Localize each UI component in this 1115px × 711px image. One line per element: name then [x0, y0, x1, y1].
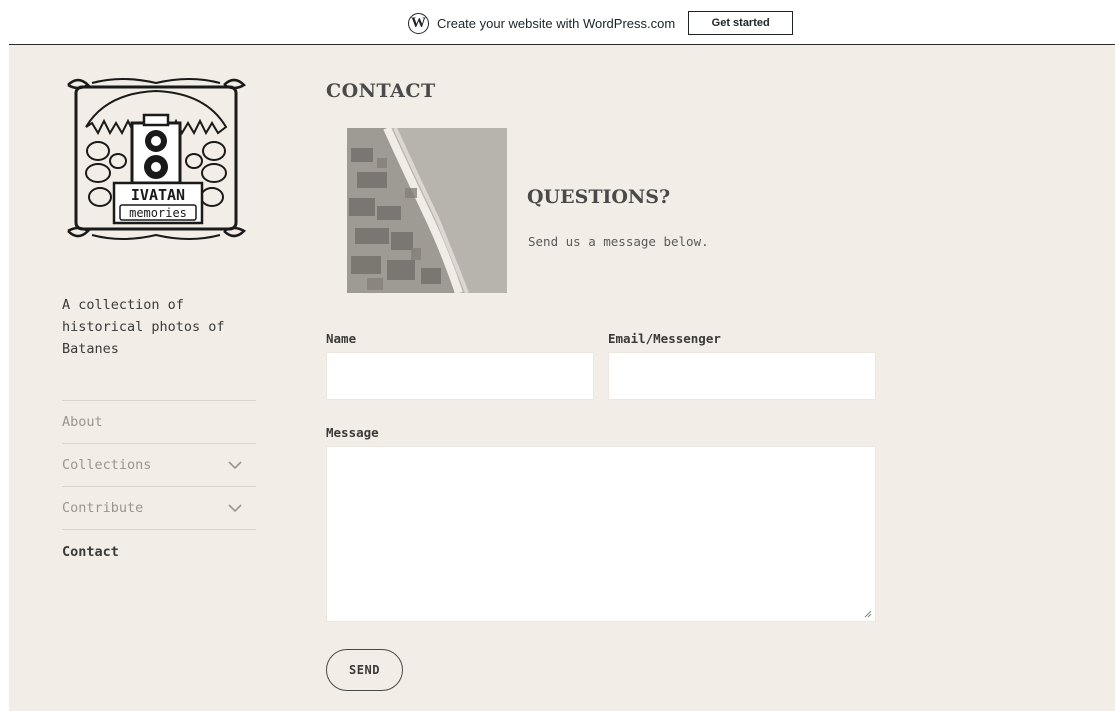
questions-subtext: Send us a message below. — [528, 234, 709, 249]
aerial-coast-photo — [347, 128, 507, 293]
resize-grip-icon[interactable] — [864, 610, 872, 618]
site-tagline: A collection of historical photos of Bat… — [62, 297, 225, 357]
site-logo[interactable]: IVATAN memories — [62, 75, 250, 241]
name-field[interactable] — [326, 352, 594, 400]
name-label: Name — [326, 331, 357, 346]
questions-heading: QUESTIONS? — [527, 186, 671, 208]
nav-item-label: About — [62, 414, 103, 430]
nav-item-about[interactable]: About — [62, 401, 256, 444]
nav-item-contact[interactable]: Contact — [62, 530, 256, 573]
chevron-down-icon[interactable] — [228, 503, 242, 513]
get-started-button[interactable]: Get started — [688, 11, 794, 35]
nav-item-label: Contact — [62, 543, 119, 560]
email-field[interactable] — [608, 352, 876, 400]
wordpress-logo-icon[interactable]: W — [408, 12, 429, 34]
promo-bar-content: W Create your website with WordPress.com… — [408, 10, 794, 36]
nav-item-contribute[interactable]: Contribute — [62, 487, 256, 530]
message-field[interactable] — [326, 446, 876, 622]
nav-item-collections[interactable]: Collections — [62, 444, 256, 487]
message-label: Message — [326, 425, 379, 440]
nav-item-label: Collections — [62, 457, 152, 473]
chevron-down-icon[interactable] — [228, 460, 242, 470]
email-label: Email/Messenger — [608, 331, 721, 346]
page-title: CONTACT — [326, 80, 436, 102]
logo-title: IVATAN — [131, 186, 185, 204]
nav-item-label: Contribute — [62, 500, 144, 516]
logo-subtitle: memories — [129, 206, 187, 220]
send-button[interactable]: SEND — [326, 649, 403, 691]
site-navigation: About Collections Contribute Contact — [62, 400, 256, 573]
promo-bar: W Create your website with WordPress.com… — [0, 0, 1115, 44]
promo-text: Create your website with WordPress.com — [437, 15, 676, 31]
